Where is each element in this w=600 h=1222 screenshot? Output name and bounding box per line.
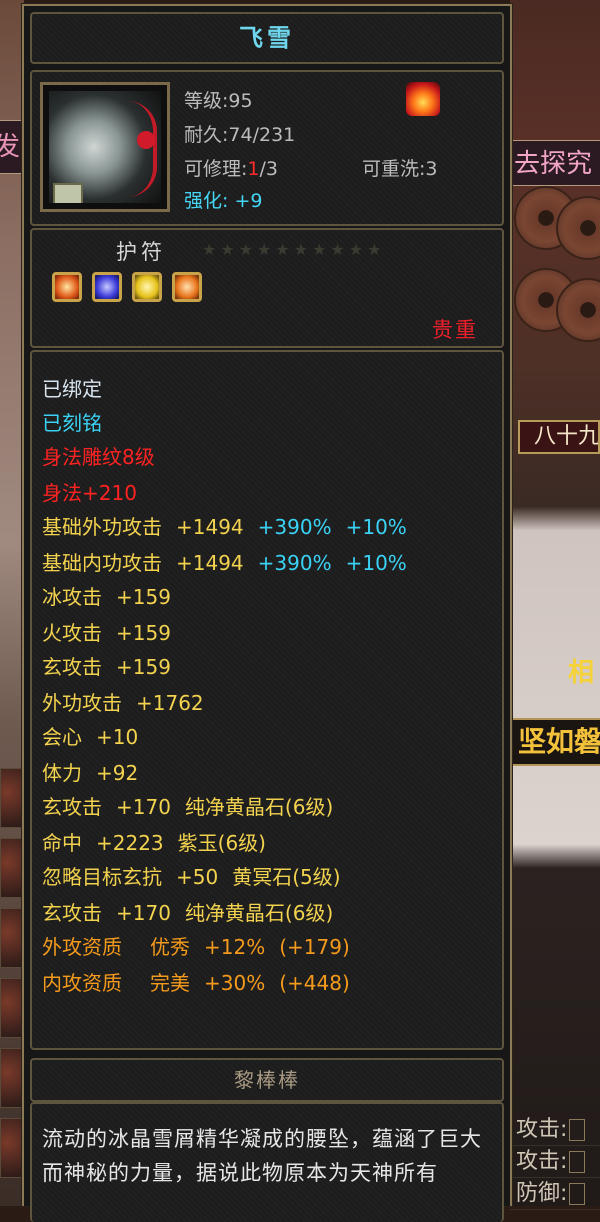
item-enhance: 强化: +9	[184, 190, 263, 212]
item-description: 流动的冰晶雪屑精华凝成的腰坠，蕴涵了巨大而神秘的力量，据说此物原本为天神所有	[42, 1127, 482, 1185]
background-skill-slot[interactable]	[0, 768, 22, 828]
background-skill-slot[interactable]	[0, 838, 22, 898]
fire-element-icon	[406, 82, 440, 116]
background-skill-slot[interactable]	[0, 1048, 22, 1108]
star-rating: ★★★★★★★★★★	[202, 240, 386, 259]
attributes-panel: 已绑定 已刻铭 身法雕纹8级 身法+210 基础外功攻击 +1494 +390% +1…	[30, 350, 504, 1050]
critical-bonus: 会心 +10	[42, 725, 139, 749]
background-right-tab[interactable]: 去探究	[510, 140, 600, 186]
base-external-attack: 基础外功攻击 +1494 +390% +10%	[42, 515, 407, 539]
description-panel: 流动的冰晶雪屑精华凝成的腰坠，蕴涵了巨大而神秘的力量，据说此物原本为天神所有	[30, 1102, 504, 1222]
blue-gem-icon	[92, 272, 122, 302]
item-name: 飞雪	[239, 24, 295, 52]
internal-aptitude: 内攻资质 完美 +30% (+448)	[42, 971, 350, 995]
yellow-gem-icon	[132, 272, 162, 302]
engraved-status: 已刻铭	[42, 411, 102, 435]
agility-bonus: 身法+210	[42, 481, 137, 505]
item-repairable: 可修理:1/3	[184, 158, 278, 180]
background-right-banner: 八十九	[518, 420, 600, 454]
gem-socket-row: 玄攻击 +170 纯净黄晶石(6级)	[42, 901, 334, 925]
background-right-char: 相	[568, 658, 595, 688]
background-stat-row: 攻击:	[510, 1146, 600, 1178]
item-info-panel: 等级:95 耐久:74/231 可修理:1/3 可重洗:3 强化: +9	[30, 70, 504, 226]
sun-gem-icon	[52, 272, 82, 302]
external-attack: 外功攻击 +1762	[42, 691, 204, 715]
background-stat-row: 攻击:	[510, 1114, 600, 1146]
orange-gem-icon	[172, 272, 202, 302]
base-internal-attack: 基础内功攻击 +1494 +390% +10%	[42, 551, 407, 575]
item-author: 黎棒棒	[234, 1068, 300, 1092]
item-icon-frame	[40, 82, 170, 212]
background-right-title: 坚如磐	[510, 718, 600, 766]
charm-panel: 护符 ★★★★★★★★★★ 贵重	[30, 228, 504, 348]
author-bar: 黎棒棒	[30, 1058, 504, 1102]
carving-level: 身法雕纹8级	[42, 445, 155, 469]
ice-attack: 冰攻击 +159	[42, 585, 171, 609]
background-stat-row: 防御:	[510, 1178, 600, 1210]
item-durability: 耐久:74/231	[184, 124, 296, 146]
background-skill-slot[interactable]	[0, 1118, 22, 1178]
background-skill-slot[interactable]	[0, 978, 22, 1038]
xuan-attack: 玄攻击 +159	[42, 655, 171, 679]
background-skill-slot[interactable]	[0, 908, 22, 968]
gem-socket-row: 玄攻击 +170 纯净黄晶石(6级)	[42, 795, 334, 819]
gem-socket-row: 命中 +2223 紫玉(6级)	[42, 831, 266, 855]
jade-pendant-icon	[49, 91, 161, 203]
gem-socket-row: 忽略目标玄抗 +50 黄冥石(5级)	[42, 865, 341, 889]
item-rewashable: 可重洗:3	[362, 158, 438, 180]
item-tooltip: 飞雪 等级:95 耐久:74/231 可修理:1/3 可重洗:3 强化: +9 …	[22, 4, 512, 1222]
stamina-bonus: 体力 +92	[42, 761, 139, 785]
item-title-bar: 飞雪	[30, 12, 504, 64]
bound-status: 已绑定	[42, 377, 102, 401]
valuable-label: 贵重	[432, 318, 478, 342]
item-level: 等级:95	[184, 90, 253, 112]
background-left-tab[interactable]: 发	[0, 120, 24, 174]
external-aptitude: 外攻资质 优秀 +12% (+179)	[42, 935, 350, 959]
fire-attack: 火攻击 +159	[42, 621, 171, 645]
charm-label: 护符	[116, 240, 166, 264]
